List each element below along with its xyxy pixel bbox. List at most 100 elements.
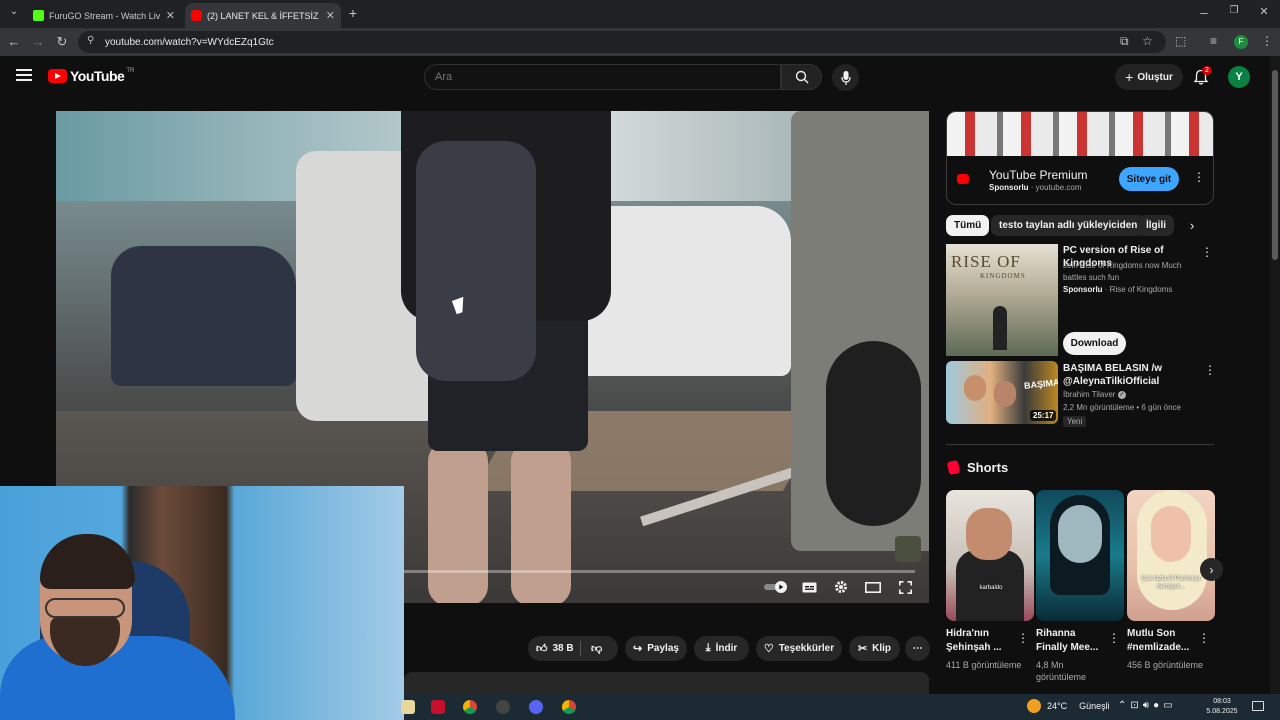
dislike-icon[interactable]: 👎︎: [591, 642, 602, 655]
download-label: İndir: [715, 643, 738, 654]
youtube-logo[interactable]: YouTube TR: [48, 68, 134, 84]
plus-icon: +: [1125, 69, 1134, 85]
shorts-section-title: Shorts: [967, 460, 1009, 475]
ad-banner-image[interactable]: [947, 112, 1213, 156]
keyboard-icon[interactable]: ▭: [1163, 700, 1176, 711]
browser-menu-icon[interactable]: ⋮: [1261, 34, 1273, 48]
chip-all[interactable]: Tümü: [946, 215, 990, 236]
short-thumbnail[interactable]: Çok fazla Al Pacino'ya benziyor...: [1127, 490, 1215, 621]
tab-title: (2) LANET KEL & İFFETSİZ UMU: [207, 10, 320, 21]
sponsored-label: Sponsorlu: [989, 183, 1029, 192]
minimize-icon[interactable]: –: [1196, 5, 1212, 20]
reload-icon[interactable]: ↻: [54, 34, 70, 50]
system-tray[interactable]: ⌃⊡🔊︎●▭: [1118, 700, 1177, 711]
like-icon[interactable]: 👍︎: [536, 642, 548, 655]
short-thumbnail[interactable]: karbaldo: [946, 490, 1034, 621]
video-frame-backpack: [416, 141, 536, 381]
visit-site-button[interactable]: Siteye git: [1119, 167, 1179, 191]
search-button[interactable]: [781, 64, 822, 90]
autoplay-toggle[interactable]: [764, 579, 788, 595]
video-frame-car: [111, 246, 296, 386]
temperature: 24°C: [1047, 701, 1068, 711]
file-explorer-icon[interactable]: [401, 700, 415, 714]
more-vertical-icon[interactable]: ⋮: [1198, 631, 1210, 645]
more-actions-button[interactable]: ⋯: [905, 636, 930, 661]
more-vertical-icon[interactable]: ⋮: [1017, 631, 1029, 645]
voice-search-button[interactable]: [832, 64, 859, 91]
chevron-right-icon[interactable]: ›: [1190, 218, 1194, 233]
short-title[interactable]: Mutlu Son #nemlizade...: [1127, 627, 1197, 655]
cast-icon[interactable]: ⧉: [1120, 34, 1129, 49]
thumbnail-person: [1058, 505, 1102, 563]
profile-avatar[interactable]: F: [1234, 35, 1248, 49]
more-vertical-icon[interactable]: ⋮: [1201, 245, 1213, 259]
forward-icon[interactable]: →: [30, 34, 46, 49]
ad-description: Join Rise of Kingdoms now Much battles s…: [1063, 261, 1182, 282]
more-vertical-icon[interactable]: ⋮: [1193, 170, 1205, 184]
short-title[interactable]: Rihanna Finally Mee...: [1036, 627, 1106, 655]
bookmark-star-icon[interactable]: ☆: [1142, 34, 1153, 48]
settings-button[interactable]: [833, 579, 849, 595]
short-thumbnail[interactable]: [1036, 490, 1124, 621]
chip-from-uploader[interactable]: testo taylan adlı yükleyiciden: [991, 215, 1146, 236]
media-control-icon[interactable]: ≡: [1210, 34, 1217, 48]
browser-tab-youtube[interactable]: (2) LANET KEL & İFFETSİZ UMU ✕: [185, 3, 341, 28]
obs-icon[interactable]: [496, 700, 510, 714]
short-views: 4,8 Mn görüntüleme: [1036, 660, 1087, 682]
download-button[interactable]: ⤓ İndir: [694, 636, 749, 661]
video-progress-bar[interactable]: [404, 570, 915, 573]
tab-search-icon[interactable]: ⌄: [6, 6, 22, 17]
scrollbar-thumb[interactable]: [1272, 70, 1278, 260]
clip-button[interactable]: ✂ Klip: [849, 636, 900, 661]
gear-icon: [835, 581, 847, 593]
close-tab-icon[interactable]: ✕: [166, 9, 175, 22]
like-divider: [580, 641, 581, 656]
video-duration: 25:17: [1030, 410, 1057, 421]
ad-title[interactable]: YouTube Premium: [989, 168, 1088, 182]
more-vertical-icon[interactable]: ⋮: [1204, 363, 1216, 377]
channel-name[interactable]: İbrahim Tilaver: [1063, 390, 1115, 399]
search-input[interactable]: [424, 64, 781, 90]
new-tab-icon[interactable]: +: [345, 5, 361, 21]
chrome-icon[interactable]: [463, 700, 477, 714]
like-count[interactable]: 38 B: [553, 643, 574, 654]
close-window-icon[interactable]: ✕: [1256, 5, 1272, 18]
chip-related[interactable]: İlgili: [1138, 215, 1174, 236]
discord-icon[interactable]: [529, 700, 543, 714]
chrome-active-icon[interactable]: [562, 700, 576, 714]
subtitles-button[interactable]: [801, 579, 817, 595]
microphone-tray-icon[interactable]: ●: [1153, 700, 1163, 711]
more-vertical-icon[interactable]: ⋮: [1108, 631, 1120, 645]
video-title[interactable]: BAŞIMA BELASIN /w @AleynaTilkiOfficial: [1063, 362, 1198, 388]
back-icon[interactable]: ←: [6, 34, 22, 49]
extensions-icon[interactable]: ⬚: [1175, 34, 1186, 48]
thumbnail-figure: [993, 306, 1007, 350]
close-tab-icon[interactable]: ✕: [326, 9, 335, 22]
download-ad-button[interactable]: Download: [1063, 332, 1126, 355]
ad-card[interactable]: YouTube Premium Sponsorlu · youtube.com …: [946, 111, 1214, 205]
url-field[interactable]: ⚲ youtube.com/watch?v=WYdcEZq1Gtc: [78, 31, 1166, 53]
site-info-icon[interactable]: ⚲: [87, 35, 94, 46]
app-icon[interactable]: [431, 700, 445, 714]
system-clock[interactable]: 08:03 5.08.2025: [1204, 697, 1240, 717]
account-avatar[interactable]: Y: [1228, 66, 1250, 88]
fullscreen-button[interactable]: [897, 579, 913, 595]
weather-widget[interactable]: 24°C Güneşli: [1027, 699, 1110, 713]
thumbnail-title-text: RISE OF: [951, 252, 1021, 271]
short-title[interactable]: Hidra'nın Şehinşah ...: [946, 627, 1016, 655]
theater-mode-button[interactable]: [864, 579, 882, 595]
thanks-button[interactable]: ♡ Teşekkürler: [756, 636, 842, 661]
chevron-right-icon[interactable]: ›: [1200, 558, 1223, 581]
browser-tab-furugo[interactable]: FuruGO Stream - Watch Live on ✕: [27, 3, 181, 28]
volume-icon[interactable]: 🔊︎: [1143, 700, 1153, 711]
restore-icon[interactable]: ❐: [1226, 5, 1242, 16]
channel-watermark[interactable]: [895, 536, 921, 562]
network-icon[interactable]: ⊡: [1130, 700, 1142, 711]
create-button[interactable]: + Oluştur: [1115, 64, 1183, 90]
notification-center-icon[interactable]: [1252, 701, 1264, 711]
share-button[interactable]: ↪ Paylaş: [625, 636, 687, 661]
ad-thumbnail[interactable]: RISE OF KINGDOMS: [946, 244, 1058, 356]
description-box[interactable]: [404, 672, 929, 694]
menu-icon[interactable]: [16, 69, 32, 81]
chevron-up-icon[interactable]: ⌃: [1118, 700, 1130, 711]
